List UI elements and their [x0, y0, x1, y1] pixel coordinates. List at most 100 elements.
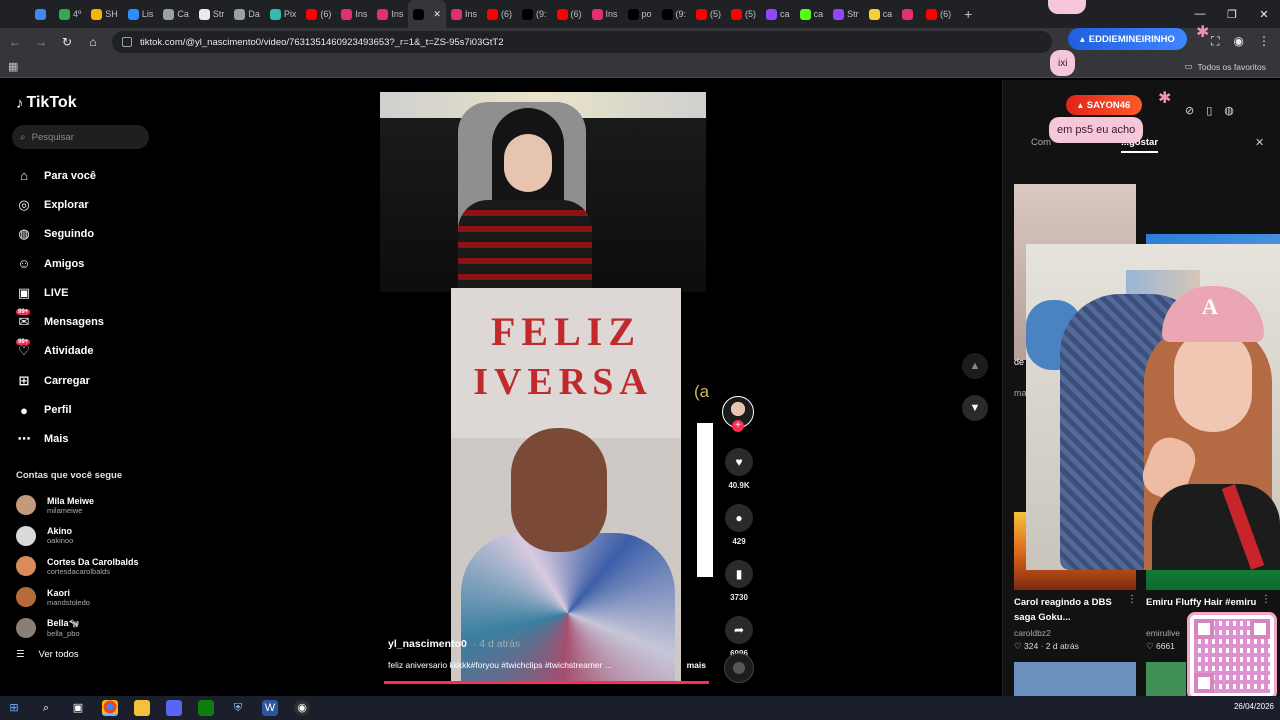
share-action[interactable]: ➦ 6996 [722, 616, 756, 658]
browser-tab[interactable]: ✕ [408, 0, 446, 28]
browser-tab[interactable]: SH [86, 0, 123, 28]
video-progress-bar[interactable] [384, 681, 709, 684]
comment-action[interactable]: ● 429 [722, 504, 756, 546]
obs-icon[interactable]: ◉ [294, 700, 310, 716]
video-card-title[interactable]: Carol reagindo a DBS saga Goku... [1014, 595, 1129, 625]
browser-tab[interactable]: ca [795, 0, 829, 28]
next-video-icon[interactable]: ▼ [962, 395, 988, 421]
nav-item-home[interactable]: ⌂ Para você [16, 161, 166, 190]
browser-tab[interactable] [30, 0, 54, 28]
browser-tab[interactable]: 4º [54, 0, 86, 28]
task-view-icon[interactable]: ▣ [70, 700, 86, 716]
browser-tab[interactable]: Ins [336, 0, 372, 28]
site-info-icon[interactable] [122, 37, 132, 47]
home-browser-icon[interactable]: ⌂ [86, 35, 100, 49]
nav-item-upload[interactable]: ⊞ Carregar [16, 366, 166, 395]
browser-tab[interactable]: (6) [301, 0, 336, 28]
nav-item-more[interactable]: ⋯ Mais [16, 425, 166, 454]
chrome-icon[interactable] [102, 700, 118, 716]
followed-account[interactable]: Akino oakinoo [16, 521, 166, 552]
discord-icon[interactable] [166, 700, 182, 716]
followed-account[interactable]: Kaori mandstoledo [16, 582, 166, 613]
nav-item-live[interactable]: ▣ LIVE [16, 278, 166, 307]
browser-tab[interactable]: (6) [921, 0, 956, 28]
followed-account[interactable]: Bella🐄 bella_pbo [16, 612, 166, 643]
save-action[interactable]: ▮ 3730 [722, 560, 756, 602]
windows-start-icon[interactable]: ⊞ [6, 700, 22, 716]
browser-tab[interactable]: Pix [265, 0, 302, 28]
restore-icon[interactable]: ❐ [1216, 8, 1248, 21]
browser-tab[interactable]: po [623, 0, 657, 28]
browser-tab[interactable]: Ins [372, 0, 408, 28]
close-window-icon[interactable]: ✕ [1248, 8, 1280, 21]
close-panel-icon[interactable]: ✕ [1255, 136, 1264, 149]
more-options-icon[interactable]: ⋮ [1127, 594, 1137, 605]
more-options-icon[interactable]: ⋮ [1261, 594, 1271, 605]
all-favorites[interactable]: ▭ Todos os favoritos [1184, 61, 1266, 72]
browser-tab[interactable]: (9: [657, 0, 692, 28]
video-thumbnail[interactable] [1146, 662, 1186, 696]
heart-icon[interactable]: ♥ [725, 448, 753, 476]
video-player[interactable]: FELIZ IVERSA [451, 288, 681, 684]
tiktok-logo[interactable]: ♪ TikTok [16, 94, 77, 112]
browser-tab[interactable]: Ins [446, 0, 482, 28]
bookmark-icon[interactable]: ▮ [725, 560, 753, 588]
browser-tab[interactable]: Str [828, 0, 864, 28]
see-all-link[interactable]: ☰ Ver todos [16, 649, 79, 660]
browser-tab[interactable]: ca [761, 0, 795, 28]
nav-item-compass[interactable]: ◎ Explorar [16, 190, 166, 219]
profile-browser-icon[interactable]: ◉ [1234, 34, 1244, 49]
nav-item-friends[interactable]: ☺ Amigos [16, 249, 166, 278]
browser-tab[interactable]: (6) [482, 0, 517, 28]
browser-tab[interactable]: (5) [726, 0, 761, 28]
cast-icon[interactable]: ⛶ [1211, 34, 1219, 49]
apps-grid-icon[interactable]: ▦ [8, 60, 18, 73]
word-icon[interactable]: W [262, 700, 278, 716]
tab-comments[interactable]: Com [1031, 137, 1051, 153]
nav-item-following[interactable]: ◍ Seguindo [16, 220, 166, 249]
coin-icon[interactable]: ⊘ [1185, 104, 1194, 117]
new-tab-icon[interactable]: + [964, 6, 972, 22]
video-thumbnail[interactable] [1014, 662, 1136, 696]
follow-plus-icon[interactable]: + [732, 420, 744, 432]
video-card-title[interactable]: Emiru Fluffy Hair #emiru [1146, 595, 1266, 610]
music-disc-icon[interactable] [724, 653, 754, 683]
file-explorer-icon[interactable] [134, 700, 150, 716]
browser-tab[interactable]: Str [194, 0, 230, 28]
xbox-icon[interactable] [198, 700, 214, 716]
browser-tab[interactable]: Da [229, 0, 265, 28]
browser-tab[interactable] [897, 0, 921, 28]
device-icon[interactable]: ▯ [1206, 104, 1212, 117]
browser-tab[interactable]: Lis [123, 0, 159, 28]
nav-item-activity[interactable]: ♡ 99+ Atividade [16, 337, 166, 366]
security-icon[interactable]: ⛨ [230, 700, 246, 716]
close-tab-icon[interactable]: ✕ [433, 9, 441, 20]
reload-icon[interactable]: ↻ [60, 35, 74, 49]
more-button[interactable]: mais [687, 660, 706, 670]
video-card-author[interactable]: caroldbz2 [1014, 628, 1051, 638]
creator-line[interactable]: yl_nascimento0 · 4 d atrás [388, 638, 520, 650]
browser-tab[interactable]: (9: [517, 0, 552, 28]
user-avatar-icon[interactable]: ◍ [1224, 104, 1234, 117]
forward-icon[interactable]: → [34, 35, 48, 49]
address-bar[interactable]: tiktok.com/@yl_nascimento0/video/7631351… [112, 31, 1052, 53]
browser-tab[interactable]: (5) [691, 0, 726, 28]
share-icon[interactable]: ➦ [725, 616, 753, 644]
video-card-author[interactable]: emirulive [1146, 628, 1180, 638]
previous-video-icon[interactable]: ▲ [962, 353, 988, 379]
search-taskbar-icon[interactable]: ⌕ [38, 700, 54, 716]
browser-tab[interactable]: (6) [552, 0, 587, 28]
browser-tab[interactable]: Ins [587, 0, 623, 28]
nav-item-messages[interactable]: ✉ 99+ Mensagens [16, 307, 166, 336]
followed-account[interactable]: Cortes Da Carolbalds cortesdacarolbalds [16, 551, 166, 582]
search-input[interactable]: ⌕ Pesquisar [12, 125, 149, 149]
comment-icon[interactable]: ● [725, 504, 753, 532]
browser-tab[interactable]: ca [864, 0, 898, 28]
nav-item-profile[interactable]: ● Perfil [16, 395, 166, 424]
followed-account[interactable]: Mila Meiwe milameiwe [16, 490, 166, 521]
minimize-icon[interactable]: — [1184, 8, 1216, 20]
browser-tab[interactable]: Ca [158, 0, 194, 28]
like-action[interactable]: ♥ 40.9K [722, 448, 756, 490]
menu-kebab-icon[interactable]: ⋮ [1258, 34, 1270, 49]
back-icon[interactable]: ← [8, 35, 22, 49]
